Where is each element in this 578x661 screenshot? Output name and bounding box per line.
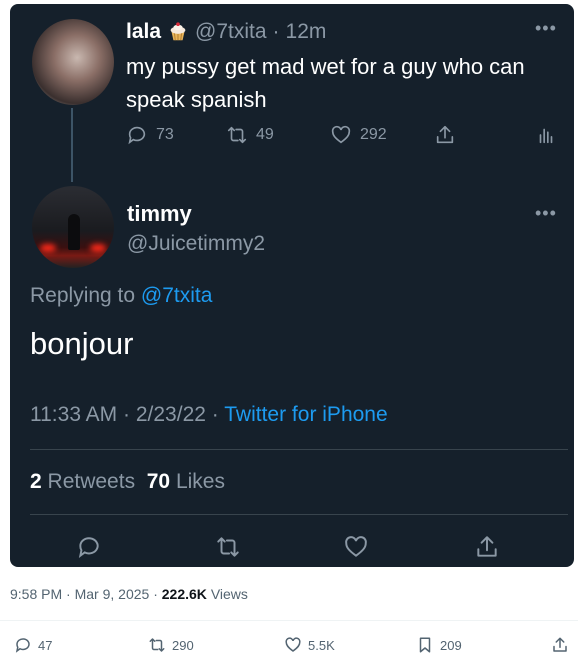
tweet-source[interactable]: Twitter for iPhone	[224, 403, 387, 426]
like-button[interactable]	[343, 534, 369, 560]
reply-count: 47	[38, 637, 53, 653]
divider	[30, 514, 568, 515]
heart-icon	[345, 536, 367, 557]
quoted-tweet-header: lala @7txita · 12m	[126, 20, 326, 44]
divider	[30, 449, 568, 450]
tweet-time[interactable]: 11:33 AM	[30, 403, 117, 426]
reply-icon	[15, 638, 30, 653]
heart-icon	[285, 637, 301, 652]
tweet-text: bonjour	[30, 326, 134, 361]
separator: ·	[123, 403, 131, 426]
separator: ·	[153, 586, 158, 602]
cupcake-icon	[170, 22, 186, 41]
author-handle[interactable]: @Juicetimmy2	[127, 232, 265, 256]
reply-button[interactable]	[76, 534, 102, 560]
repost-icon	[149, 638, 165, 652]
retweet-button[interactable]: 49	[226, 124, 274, 146]
reply-button[interactable]: 47	[14, 636, 52, 654]
views-label: Views	[210, 586, 248, 602]
repost-button[interactable]: 290	[148, 636, 194, 654]
share-button[interactable]	[551, 636, 569, 654]
tweet-stats: 2 Retweets 70 Likes	[30, 470, 225, 494]
separator: ·	[211, 403, 219, 426]
post-date[interactable]: Mar 9, 2025	[75, 586, 150, 602]
replying-to-line: Replying to @7txita	[30, 284, 212, 308]
share-icon	[553, 637, 567, 652]
retweets-count: 2	[30, 470, 42, 493]
replying-label: Replying to	[30, 284, 136, 307]
thread-line	[71, 108, 73, 182]
repost-count: 290	[172, 637, 194, 653]
separator: ·	[66, 586, 71, 602]
bookmark-button[interactable]: 209	[416, 636, 462, 654]
post-actions: 47 290 5.5K 209	[0, 636, 578, 656]
avatar-glow	[90, 244, 106, 252]
share-icon	[477, 536, 497, 557]
more-options-icon[interactable]: •••	[535, 203, 557, 224]
share-icon	[436, 125, 454, 144]
mention-link[interactable]: @7txita	[141, 284, 213, 307]
likes-label[interactable]: Likes	[176, 470, 225, 493]
retweet-count: 49	[256, 126, 274, 143]
main-tweet-actions	[10, 534, 574, 560]
author-handle[interactable]: @7txita	[195, 20, 267, 44]
embedded-tweet-screenshot: lala @7txita · 12m ••• my pussy get mad we…	[10, 4, 574, 567]
bookmark-count: 209	[440, 637, 462, 653]
reply-icon	[128, 126, 146, 145]
author-name[interactable]: timmy	[127, 201, 192, 227]
share-button[interactable]	[434, 124, 456, 146]
more-options-icon[interactable]: •••	[535, 18, 557, 39]
share-button[interactable]	[474, 534, 500, 560]
like-count: 5.5K	[308, 637, 335, 653]
retweets-label[interactable]: Retweets	[48, 470, 136, 493]
like-button[interactable]: 5.5K	[284, 636, 335, 654]
heart-icon	[331, 125, 351, 144]
separator: ·	[272, 20, 280, 43]
tweet-text: my pussy get mad wet for a guy who can s…	[126, 54, 525, 112]
likes-count: 70	[146, 470, 171, 493]
like-button[interactable]: 292	[330, 124, 387, 146]
avatar[interactable]	[32, 186, 114, 268]
retweet-icon	[217, 537, 239, 557]
tweet-meta: 11:33 AM · 2/23/22 · Twitter for iPhone	[30, 403, 388, 427]
analytics-icon	[539, 128, 553, 144]
post-time[interactable]: 9:58 PM	[10, 586, 62, 602]
reply-icon	[78, 537, 99, 558]
like-count: 292	[360, 126, 387, 143]
analytics-button[interactable]	[535, 124, 557, 146]
retweet-button[interactable]	[215, 534, 241, 560]
avatar-glow	[40, 244, 56, 252]
divider	[0, 620, 578, 621]
reply-button[interactable]: 73	[126, 124, 174, 146]
author-name[interactable]: lala	[126, 20, 161, 44]
retweet-icon	[227, 126, 247, 144]
avatar[interactable]	[32, 19, 114, 105]
bookmark-icon	[419, 637, 431, 653]
quoted-tweet-actions: 73 49 292	[126, 124, 566, 148]
tweet-date[interactable]: 2/23/22	[136, 403, 206, 426]
views-count: 222.6K	[161, 586, 207, 602]
avatar-figure	[68, 214, 80, 250]
post-meta: 9:58 PM · Mar 9, 2025 · 222.6K Views	[10, 586, 248, 602]
timestamp[interactable]: 12m	[286, 20, 327, 44]
reply-count: 73	[156, 126, 174, 143]
